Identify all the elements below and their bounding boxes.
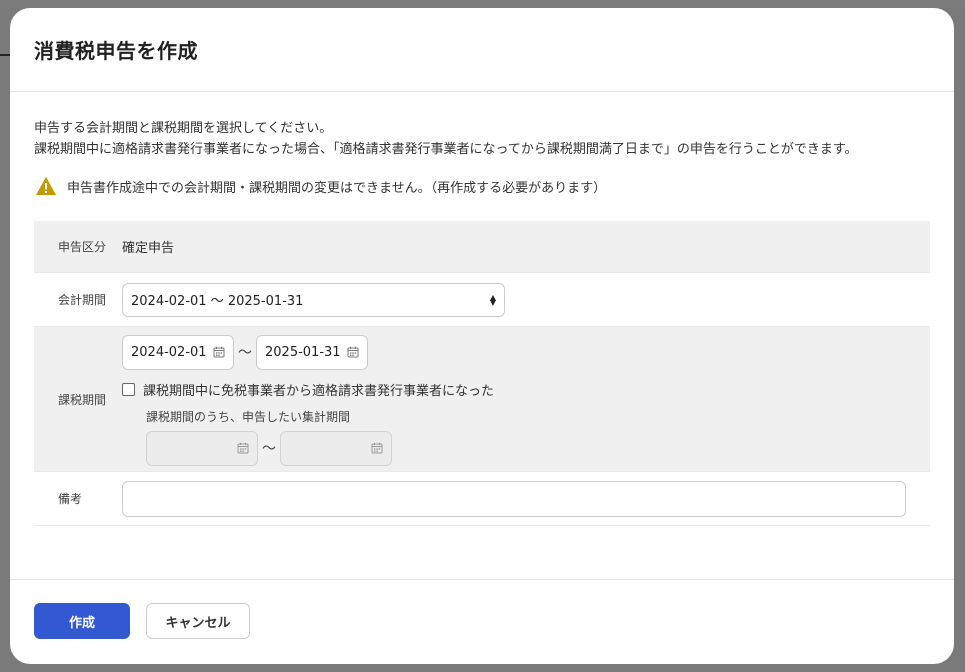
date-range-separator: 〜	[262, 441, 276, 457]
accounting-period-value: 2024-02-01 〜 2025-01-31	[131, 294, 304, 309]
invoice-issuer-option: 課税期間中に免税事業者から適格請求書発行事業者になった	[122, 380, 930, 399]
return-type-label: 申告区分	[58, 240, 107, 254]
invoice-issuer-checkbox-label[interactable]: 課税期間中に免税事業者から適格請求書発行事業者になった	[143, 380, 494, 399]
row-taxable-period: 課税期間 2024-02-01 〜 2025-01-31 課税期間中に免税事業者…	[34, 327, 930, 472]
dialog-title: 消費税申告を作成	[34, 39, 198, 63]
row-accounting-period: 会計期間 2024-02-01 〜 2025-01-31 ▲ ▼	[34, 273, 930, 327]
aggregation-period-end-input	[280, 430, 392, 466]
warning-message: 申告書作成途中での会計期間・課税期間の変更はできません。（再作成する必要がありま…	[35, 176, 930, 196]
aggregation-period-dates: 〜	[146, 430, 930, 466]
remarks-input[interactable]	[122, 480, 906, 517]
calendar-icon	[237, 442, 249, 454]
calendar-icon[interactable]	[347, 346, 359, 358]
aggregation-period-start-input	[146, 430, 258, 466]
warning-triangle-icon	[36, 177, 56, 195]
accounting-period-select[interactable]: 2024-02-01 〜 2025-01-31 ▲ ▼	[122, 282, 505, 317]
row-return-type: 申告区分 確定申告	[34, 221, 930, 273]
backdrop-mark	[0, 54, 10, 56]
select-arrows-icon: ▲ ▼	[489, 292, 496, 307]
return-type-value: 確定申告	[122, 241, 175, 256]
create-button[interactable]: 作成	[34, 603, 130, 639]
taxable-period-label: 課税期間	[58, 392, 107, 407]
taxable-period-end-value: 2025-01-31	[265, 344, 341, 360]
dialog-body: 申告する会計期間と課税期間を選択してください。 課税期間中に適格請求書発行事業者…	[10, 92, 954, 526]
description-line-1: 申告する会計期間と課税期間を選択してください。	[34, 121, 333, 136]
create-tax-return-dialog: 消費税申告を作成 申告する会計期間と課税期間を選択してください。 課税期間中に適…	[10, 8, 954, 664]
description-line-2: 課税期間中に適格請求書発行事業者になった場合、「適格請求書発行事業者になってから…	[34, 142, 858, 157]
calendar-icon[interactable]	[213, 346, 225, 358]
aggregation-period-label: 課税期間のうち、申告したい集計期間	[146, 409, 351, 424]
taxable-period-end-input[interactable]: 2025-01-31	[256, 334, 368, 370]
warning-text: 申告書作成途中での会計期間・課税期間の変更はできません。（再作成する必要がありま…	[67, 180, 607, 196]
taxable-period-start-input[interactable]: 2024-02-01	[122, 334, 234, 370]
dialog-header: 消費税申告を作成	[10, 8, 954, 92]
accounting-period-label: 会計期間	[58, 293, 107, 307]
backdrop	[0, 0, 965, 8]
tax-return-form: 申告区分 確定申告 会計期間 2024-02-01 〜 2025-01-31 ▲…	[34, 220, 930, 526]
row-remarks: 備考	[34, 472, 930, 526]
calendar-icon	[371, 442, 383, 454]
dialog-footer: 作成 キャンセル	[10, 579, 954, 664]
invoice-issuer-checkbox[interactable]	[122, 382, 135, 396]
taxable-period-dates: 2024-02-01 〜 2025-01-31	[122, 334, 930, 370]
taxable-period-start-value: 2024-02-01	[131, 344, 207, 360]
cancel-button[interactable]: キャンセル	[146, 603, 250, 639]
remarks-label: 備考	[58, 492, 83, 506]
date-range-separator: 〜	[238, 345, 252, 361]
